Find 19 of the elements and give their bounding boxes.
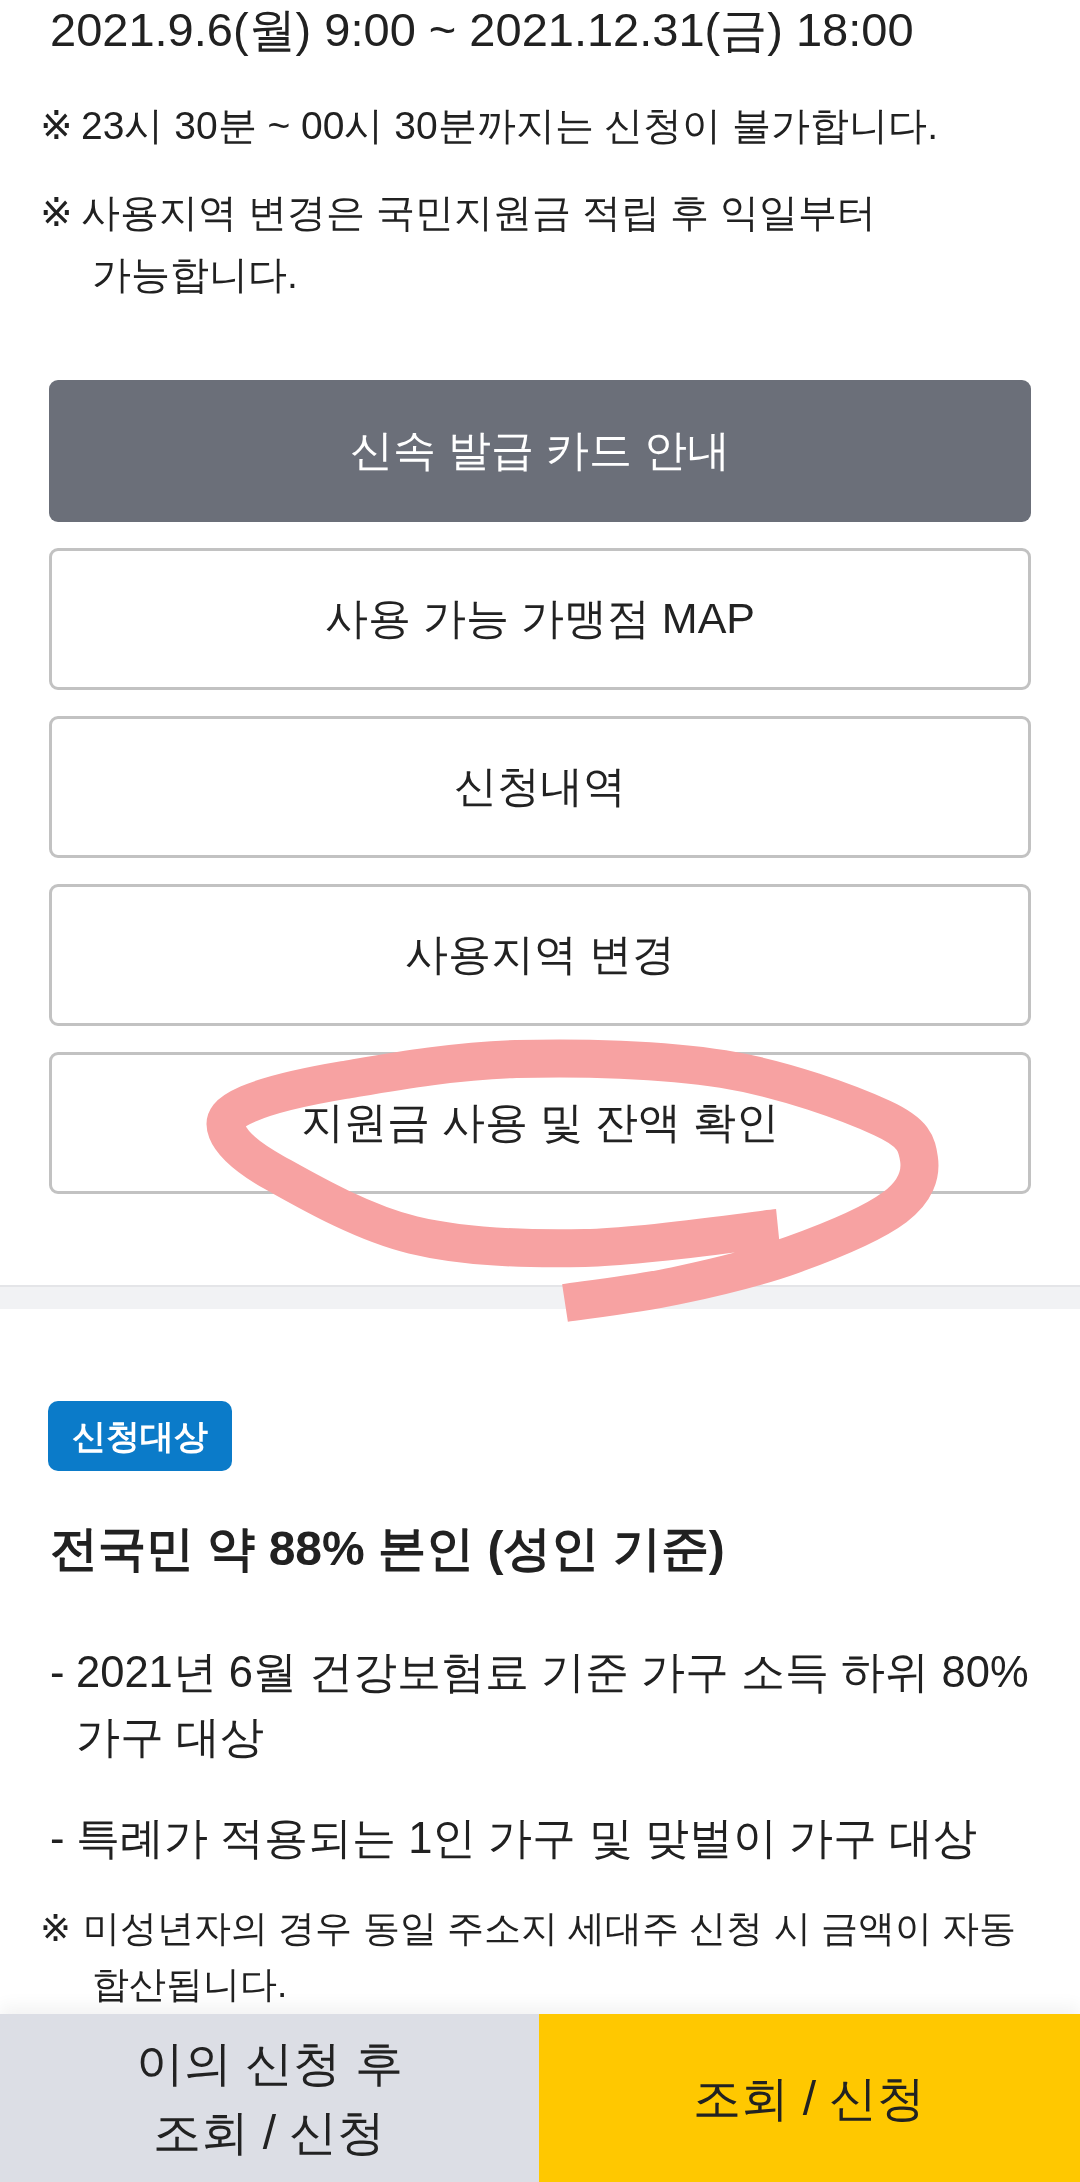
- period-text: 2021.9.6(월) 9:00 ~ 2021.12.31(금) 18:00: [50, 2, 914, 58]
- category-badge: 신청대상: [48, 1401, 232, 1471]
- menu-button[interactable]: 사용 가능 가맹점 MAP: [49, 548, 1031, 690]
- criteria-text: 특례가 적용되는 1인 가구 및 맞벌이 가구 대상: [76, 1813, 978, 1864]
- reference-mark: ※: [40, 1907, 71, 1951]
- notice-text: 미성년자의 경우 동일 주소지 세대주 신청 시 금액이 자동 합산됩니다.: [83, 1907, 1018, 2007]
- reference-mark: ※: [40, 103, 73, 149]
- menu-button[interactable]: 사용지역 변경: [49, 884, 1031, 1026]
- notice-text: 사용지역 변경은 국민지원금 적립 후 익일부터 가능합니다.: [81, 190, 878, 298]
- criteria-text: 2021년 6월 건강보험료 기준 가구 소득 하위 80% 가구 대상: [76, 1647, 1030, 1763]
- list-dash: -: [50, 1647, 65, 1698]
- bottom-action-button[interactable]: 이의 신청 후 조회 / 신청: [0, 2014, 539, 2182]
- reference-mark: ※: [40, 190, 73, 236]
- list-dash: -: [50, 1813, 65, 1864]
- bottom-action-button[interactable]: 조회 / 신청: [539, 2014, 1080, 2182]
- menu-button[interactable]: 신속 발급 카드 안내: [49, 380, 1031, 522]
- notice-text: 23시 30분 ~ 00시 30분까지는 신청이 불가합니다.: [81, 103, 940, 149]
- section-heading: 전국민 약 88% 본인 (성인 기준): [50, 1521, 726, 1577]
- menu-button[interactable]: 신청내역: [49, 716, 1031, 858]
